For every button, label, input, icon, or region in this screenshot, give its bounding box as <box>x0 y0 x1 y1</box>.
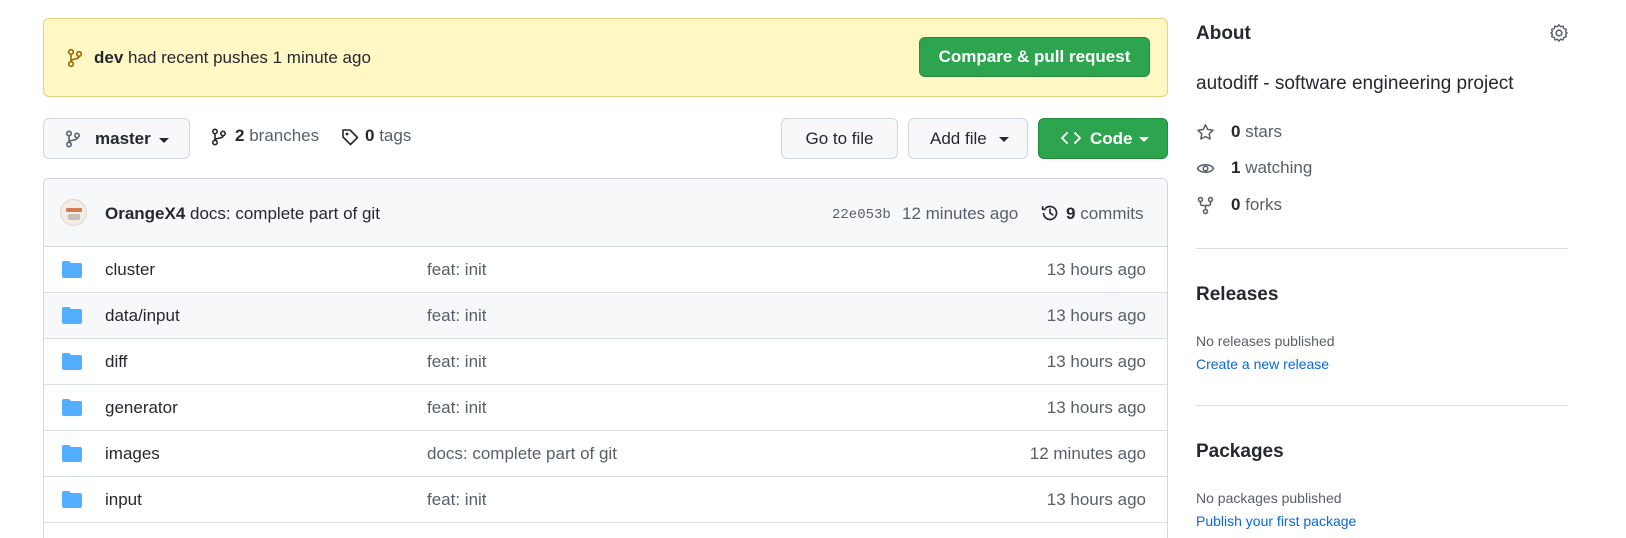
create-release-link[interactable]: Create a new release <box>1196 356 1329 372</box>
recent-push-banner: dev had recent pushes 1 minute ago Compa… <box>43 18 1168 97</box>
file-age: 12 minutes ago <box>1029 444 1146 463</box>
star-icon <box>1197 124 1214 140</box>
compare-pull-request-button[interactable]: Compare & pull request <box>919 37 1150 77</box>
about-heading: About <box>1196 23 1251 44</box>
folder-icon <box>62 491 82 508</box>
chevron-down-icon <box>999 137 1009 142</box>
watching-label: watching <box>1245 158 1313 177</box>
file-name-link[interactable]: images <box>105 444 160 464</box>
repo-description: autodiff - software engineering project <box>1196 73 1514 94</box>
avatar[interactable] <box>60 199 87 226</box>
file-commit-message-link[interactable]: feat: init <box>427 306 487 326</box>
file-name-link[interactable]: input <box>105 490 142 510</box>
history-icon <box>1041 205 1058 221</box>
git-branch-icon <box>65 130 81 148</box>
folder-icon <box>62 353 82 370</box>
commit-author-link[interactable]: OrangeX4 <box>105 204 185 224</box>
sidebar-divider <box>1196 405 1568 406</box>
file-row: generator feat: init 13 hours ago <box>44 385 1167 431</box>
commit-sha-link[interactable]: 22e053b <box>832 207 891 223</box>
code-label: Code <box>1090 129 1133 148</box>
recent-push-text: had recent pushes 1 minute ago <box>128 48 371 67</box>
git-branch-icon <box>67 48 83 68</box>
go-to-file-button[interactable]: Go to file <box>781 118 898 159</box>
branches-link[interactable]: 2 branches <box>235 126 319 146</box>
file-name-link[interactable]: generator <box>105 398 178 418</box>
branches-label: branches <box>249 126 320 145</box>
recent-push-branch[interactable]: dev <box>94 48 123 67</box>
folder-icon <box>62 399 82 416</box>
file-name-link[interactable]: data/input <box>105 306 180 326</box>
code-button[interactable]: Code <box>1038 118 1168 159</box>
packages-empty-text: No packages published <box>1196 490 1342 506</box>
commits-count: 9 <box>1066 204 1076 223</box>
folder-icon <box>62 445 82 462</box>
forks-count: 0 <box>1231 195 1241 214</box>
file-age: 13 hours ago <box>1046 398 1146 417</box>
stars-label: stars <box>1245 122 1283 141</box>
file-commit-message-link[interactable]: feat: init <box>427 398 487 418</box>
folder-icon <box>62 307 82 324</box>
add-file-button[interactable]: Add file <box>908 118 1028 159</box>
current-branch-label: master <box>95 129 151 148</box>
chevron-down-icon <box>1139 137 1149 142</box>
file-name-link[interactable]: diff <box>105 352 127 372</box>
folder-icon <box>62 261 82 278</box>
file-age: 13 hours ago <box>1046 490 1146 509</box>
forks-label: forks <box>1245 195 1283 214</box>
releases-heading[interactable]: Releases <box>1196 284 1278 306</box>
file-browser: OrangeX4 docs: complete part of git 22e0… <box>43 178 1168 538</box>
recent-push-message: dev had recent pushes 1 minute ago <box>94 48 371 68</box>
file-commit-message-link[interactable]: feat: init <box>427 260 487 280</box>
tags-link[interactable]: 0 tags <box>365 126 411 146</box>
commits-label: commits <box>1080 204 1144 223</box>
file-age: 13 hours ago <box>1046 260 1146 279</box>
commit-time: 12 minutes ago <box>902 204 1019 223</box>
file-row: cluster feat: init 13 hours ago <box>44 247 1167 293</box>
file-row: input feat: init 13 hours ago <box>44 477 1167 523</box>
add-file-label: Add file <box>930 129 987 148</box>
gear-icon[interactable] <box>1549 23 1569 43</box>
tags-count: 0 <box>365 126 375 145</box>
file-age: 13 hours ago <box>1046 306 1146 325</box>
file-name-link[interactable]: cluster <box>105 260 155 280</box>
file-commit-message-link[interactable]: feat: init <box>427 490 487 510</box>
file-row: data/input feat: init 13 hours ago <box>44 293 1167 339</box>
file-commit-message-link[interactable]: docs: complete part of git <box>427 444 617 464</box>
sidebar-divider <box>1196 248 1568 249</box>
file-commit-message-link[interactable]: feat: init <box>427 352 487 372</box>
commit-message-link[interactable]: docs: complete part of git <box>190 204 380 224</box>
latest-commit-row: OrangeX4 docs: complete part of git 22e0… <box>44 179 1167 247</box>
packages-heading[interactable]: Packages <box>1196 441 1284 463</box>
file-age: 13 hours ago <box>1046 352 1146 371</box>
code-icon <box>1061 132 1081 144</box>
file-row: diff feat: init 13 hours ago <box>44 339 1167 385</box>
file-row: images docs: complete part of git 12 min… <box>44 431 1167 477</box>
publish-package-link[interactable]: Publish your first package <box>1196 513 1356 529</box>
git-branch-icon <box>211 128 227 146</box>
branches-count: 2 <box>235 126 245 145</box>
tags-label: tags <box>379 126 412 145</box>
watching-count: 1 <box>1231 158 1241 177</box>
commits-link[interactable]: 9 commits <box>1066 204 1143 224</box>
eye-icon <box>1196 164 1215 173</box>
stars-count: 0 <box>1231 122 1241 141</box>
releases-empty-text: No releases published <box>1196 333 1335 349</box>
chevron-down-icon <box>159 138 169 143</box>
repo-forked-icon <box>1197 196 1214 215</box>
tag-icon <box>342 129 359 146</box>
branch-select-button[interactable]: master <box>43 118 190 159</box>
